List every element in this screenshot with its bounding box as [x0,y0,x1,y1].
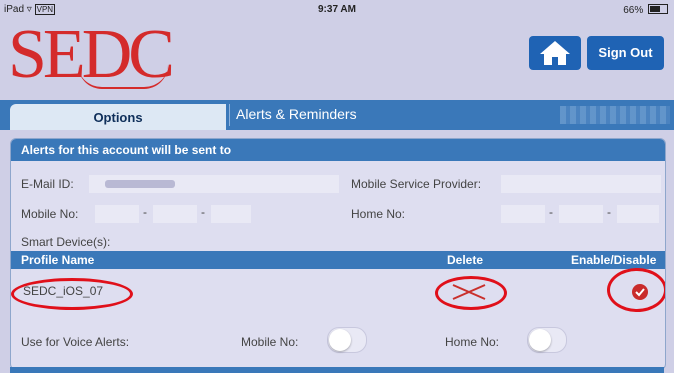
mobile-dash-2: - [201,205,205,219]
col-profile-name: Profile Name [21,253,95,267]
tab-options[interactable]: Options [10,104,226,130]
status-time: 9:37 AM [318,4,356,15]
mobile-line-field[interactable] [211,205,251,223]
sedc-logo: SEDC [8,20,175,90]
alerts-panel: Alerts for this account will be sent to … [10,138,666,370]
highlight-ring-delete [435,276,507,310]
col-enable-disable: Enable/Disable [571,253,657,267]
battery-icon [648,4,668,14]
toggle-knob [329,329,351,351]
tab-obscured [560,106,670,124]
voice-mobile-toggle[interactable] [327,327,367,353]
tab-divider [229,104,230,126]
battery-percent: 66% [623,5,644,16]
logo-swoosh [78,65,168,89]
tab-alerts-reminders[interactable]: Alerts & Reminders [236,106,357,122]
email-field[interactable] [89,175,339,193]
smart-devices-label: Smart Device(s): [21,235,111,249]
voice-mobile-label: Mobile No: [241,335,299,349]
home-prefix-field[interactable] [559,205,603,223]
devices-table-header: Profile Name Delete Enable/Disable [11,251,665,269]
mobile-area-field[interactable] [95,205,139,223]
table-row: SEDC_iOS_07 [11,268,665,312]
voice-home-toggle[interactable] [527,327,567,353]
toggle-knob [529,329,551,351]
mobile-dash-1: - [143,205,147,219]
email-value-redacted [105,180,175,188]
email-label: E-Mail ID: [21,177,74,191]
highlight-ring-profile [11,278,133,310]
next-section-bar [10,367,664,373]
mobile-prefix-field[interactable] [153,205,197,223]
voice-home-label: Home No: [445,335,500,349]
voice-alerts-label: Use for Voice Alerts: [21,335,130,349]
home-button[interactable] [529,36,581,70]
col-delete: Delete [447,253,484,267]
tab-bar: Options Alerts & Reminders [0,100,674,130]
home-icon [540,41,570,65]
sign-out-button[interactable]: Sign Out [587,36,664,70]
home-dash-2: - [607,205,611,219]
mobile-label: Mobile No: [21,207,79,221]
home-area-field[interactable] [501,205,545,223]
panel-title: Alerts for this account will be sent to [11,139,665,161]
home-label: Home No: [351,207,406,221]
mobile-provider-label: Mobile Service Provider: [351,177,482,191]
home-dash-1: - [549,205,553,219]
mobile-provider-field[interactable] [501,175,661,193]
home-line-field[interactable] [617,205,659,223]
highlight-ring-enable [607,268,665,312]
status-right: 66% [623,4,668,16]
